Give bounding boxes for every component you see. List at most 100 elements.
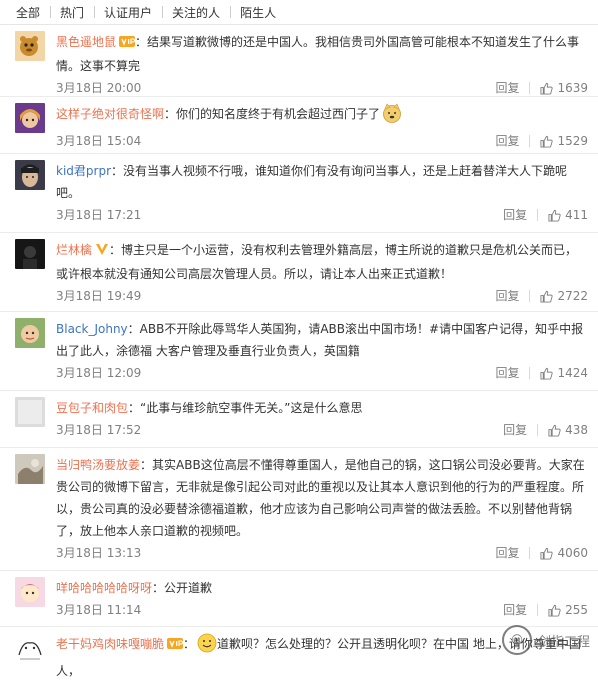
like-button[interactable]: 4060 <box>540 542 588 564</box>
reply-button[interactable]: 回复 <box>495 285 519 307</box>
like-count: 1639 <box>557 81 588 95</box>
divider <box>537 209 539 221</box>
comment-time: 3月18日 13:13 <box>56 546 142 560</box>
tab-strangers[interactable]: 陌生人 <box>230 4 286 21</box>
divider <box>529 547 531 559</box>
comment-item: 豆包子和肉包：“此事与维珍航空事件无关。”这是什么意思 3月18日 17:52 … <box>0 391 598 448</box>
thumbs-up-icon <box>540 82 554 95</box>
doge-emoji-icon <box>382 103 402 130</box>
avatar[interactable] <box>15 397 45 427</box>
comment-item: 烂林檎 ：博主只是一个小运营，没有权利去管理外籍高层，博主所说的道歉只是危机公关而… <box>0 233 598 312</box>
comment-item: 黑色遥地鼠 ：结果写道歉微博的还是中国人。我相信贵司外国高管可能根本不知道发生了什… <box>0 25 598 97</box>
comment-item: Black_Johny：ABB不开除此辱骂华人英国狗，请ABB滚出中国市场！#请… <box>0 312 598 391</box>
comment-time: 3月18日 12:09 <box>56 366 142 380</box>
avatar[interactable] <box>15 239 45 269</box>
comment-item: 这样子绝对很奇怪啊：你们的知名度终于有机会超过西门子了 3月18日 15:04 … <box>0 97 598 154</box>
comment-text-block: Black_Johny：ABB不开除此辱骂华人英国狗，请ABB滚出中国市场！#请… <box>56 318 588 362</box>
avatar[interactable] <box>15 31 45 61</box>
comment-text: ：博主只是一个小运营，没有权利去管理外籍高层，博主所说的道歉只是危机公关而已，或… <box>56 243 578 281</box>
reply-button[interactable]: 回复 <box>503 599 527 621</box>
comment-username[interactable]: 咩哈哈哈哈哈呀呀 <box>56 581 152 595</box>
avatar[interactable] <box>15 454 45 484</box>
comment-username[interactable]: 黑色遥地鼠 <box>56 35 116 49</box>
verified-v-icon <box>95 241 109 263</box>
like-count: 255 <box>565 603 588 617</box>
avatar[interactable] <box>15 318 45 348</box>
like-button[interactable]: 2722 <box>540 285 588 307</box>
like-count: 411 <box>565 208 588 222</box>
avatar[interactable] <box>15 633 45 663</box>
divider <box>537 424 539 436</box>
divider <box>529 82 531 94</box>
watermark-text: 剑指工程 <box>537 634 590 650</box>
like-count: 1424 <box>557 366 588 380</box>
like-count: 2722 <box>557 289 588 303</box>
comment-time: 3月18日 20:00 <box>56 81 142 95</box>
comment-text-block: 黑色遥地鼠 ：结果写道歉微博的还是中国人。我相信贵司外国高管可能根本不知道发生了什… <box>56 31 588 77</box>
comment-item: 咩哈哈哈哈哈呀呀：公开道歉 3月18日 11:14 回复 255 <box>0 571 598 627</box>
comment-text: ：“此事与维珍航空事件无关。”这是什么意思 <box>128 401 363 415</box>
thumbs-up-icon <box>540 290 554 303</box>
thumbs-up-icon <box>540 135 554 148</box>
like-count: 438 <box>565 423 588 437</box>
like-count: 4060 <box>557 546 588 560</box>
comment-time: 3月18日 17:52 <box>56 423 142 437</box>
comment-text-block: 咩哈哈哈哈哈呀呀：公开道歉 <box>56 577 588 599</box>
comment-text: ：你们的知名度终于有机会超过西门子了 <box>164 107 381 121</box>
reply-button[interactable]: 回复 <box>495 542 519 564</box>
reply-button[interactable]: 回复 <box>495 362 519 384</box>
vip-badge-icon <box>119 33 136 55</box>
smile-emoji-icon <box>197 633 217 660</box>
comment-time: 3月18日 15:04 <box>56 134 142 148</box>
comment-text-block: kid君prpr：没有当事人视频不行哦，谁知道你们有没有询问当事人，还是上赶着替… <box>56 160 588 204</box>
comment-time: 3月18日 11:14 <box>56 603 142 617</box>
reply-button[interactable]: 回复 <box>495 77 519 99</box>
comment-username[interactable]: kid君prpr <box>56 164 111 178</box>
like-button[interactable]: 1639 <box>540 77 588 99</box>
wechat-logo-icon: ☺ <box>501 625 532 655</box>
avatar[interactable] <box>15 103 45 133</box>
like-count: 1529 <box>557 134 588 148</box>
comment-list: 黑色遥地鼠 ：结果写道歉微博的还是中国人。我相信贵司外国高管可能根本不知道发生了什… <box>0 25 598 687</box>
reply-button[interactable]: 回复 <box>495 130 519 152</box>
comment-username[interactable]: 这样子绝对很奇怪啊 <box>56 107 164 121</box>
thumbs-up-icon <box>540 367 554 380</box>
avatar[interactable] <box>15 160 45 190</box>
reply-button[interactable]: 回复 <box>503 204 527 226</box>
like-button[interactable]: 1529 <box>540 130 588 152</box>
comment-text: 道歉呗？怎么处理的？公开且透明化呗？在中国 <box>217 637 470 651</box>
thumbs-up-icon <box>548 209 561 222</box>
reply-button[interactable]: 回复 <box>503 419 527 441</box>
comment-username[interactable]: 烂林檎 <box>56 243 92 257</box>
like-button[interactable]: 1424 <box>540 362 588 384</box>
comment-text: ：没有当事人视频不行哦，谁知道你们有没有询问当事人，还是上赶着替洋大人下跪呢吧。 <box>56 164 568 200</box>
comment-item: 当归鸭汤要放姜：其实ABB这位高层不懂得尊重国人，是他自己的锅，这口锅公司没必要… <box>0 448 598 571</box>
comment-item: kid君prpr：没有当事人视频不行哦，谁知道你们有没有询问当事人，还是上赶着替… <box>0 154 598 233</box>
divider <box>529 135 531 147</box>
comment-username[interactable]: 豆包子和肉包 <box>56 401 128 415</box>
comment-time: 3月18日 19:49 <box>56 289 142 303</box>
thumbs-up-icon <box>548 604 561 617</box>
comment-text-block: 这样子绝对很奇怪啊：你们的知名度终于有机会超过西门子了 <box>56 103 588 130</box>
avatar[interactable] <box>15 577 45 607</box>
divider <box>529 367 531 379</box>
tab-verified[interactable]: 认证用户 <box>94 4 162 21</box>
comment-time: 3月18日 17:21 <box>56 208 142 222</box>
tab-all[interactable]: 全部 <box>16 4 50 21</box>
watermark: ☺ 剑指工程 <box>501 625 590 655</box>
comment-username[interactable]: 当归鸭汤要放姜 <box>56 458 140 472</box>
comment-text-block: 豆包子和肉包：“此事与维珍航空事件无关。”这是什么意思 <box>56 397 588 419</box>
like-button[interactable]: 438 <box>548 419 588 441</box>
comment-filter-tabs: 全部 热门 认证用户 关注的人 陌生人 <box>0 0 598 25</box>
like-button[interactable]: 255 <box>548 599 588 621</box>
tab-hot[interactable]: 热门 <box>50 4 94 21</box>
thumbs-up-icon <box>548 424 561 437</box>
tab-following[interactable]: 关注的人 <box>162 4 230 21</box>
comment-text: ：公开道歉 <box>152 581 213 595</box>
like-button[interactable]: 411 <box>548 204 588 226</box>
comment-username[interactable]: Black_Johny <box>56 322 128 336</box>
comment-text-block: 烂林檎 ：博主只是一个小运营，没有权利去管理外籍高层，博主所说的道歉只是危机公关而… <box>56 239 588 285</box>
divider <box>529 290 531 302</box>
vip-badge-icon <box>167 635 184 657</box>
comment-username[interactable]: 老干妈鸡肉味嘎嘣脆 <box>56 637 164 651</box>
